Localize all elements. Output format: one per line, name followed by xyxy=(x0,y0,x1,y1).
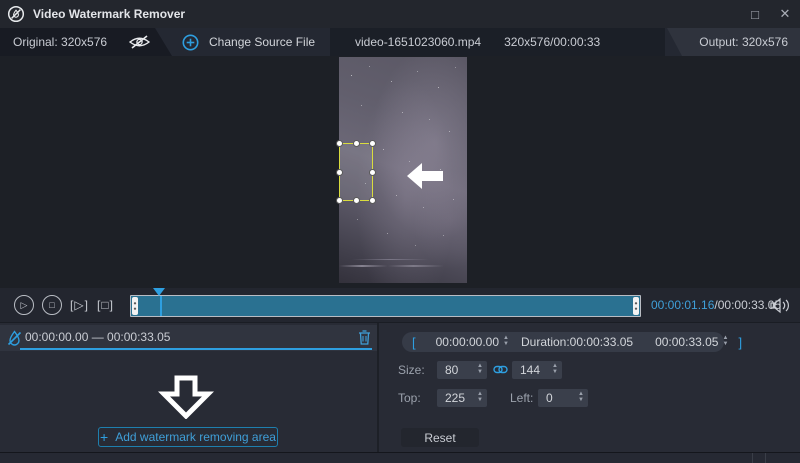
change-source-file-label: Change Source File xyxy=(209,35,315,49)
position-row: Top: 225 ▲ ▼ Left: 0 ▲ ▼ xyxy=(379,389,800,407)
play-button[interactable]: ▷ xyxy=(14,295,34,315)
width-value[interactable]: 80 xyxy=(437,363,477,377)
change-source-file-button[interactable]: Change Source File xyxy=(182,28,315,56)
timeline-end-handle[interactable] xyxy=(633,297,639,315)
add-watermark-area-button[interactable]: + Add watermark removing area xyxy=(98,427,278,447)
watermark-selection-box[interactable] xyxy=(339,143,373,201)
selection-handle-se[interactable] xyxy=(369,197,376,204)
size-row: Size: 80 ▲ ▼ 144 ▲ xyxy=(379,361,800,379)
playhead-line[interactable] xyxy=(160,296,162,316)
height-value[interactable]: 144 xyxy=(512,363,552,377)
aspect-link-icon[interactable] xyxy=(493,363,508,379)
size-label: Size: xyxy=(398,363,425,377)
watermark-time-range: 00:00:00.00 — 00:00:33.05 xyxy=(25,330,170,344)
end-time-field[interactable]: 00:00:33.05 xyxy=(645,335,722,349)
output-resolution-tab: Output: 320x576 xyxy=(667,28,800,56)
resize-grip xyxy=(752,453,766,463)
add-watermark-area-label: Add watermark removing area xyxy=(115,430,276,444)
plus-circle-icon xyxy=(182,34,199,51)
playback-controls: ▷ □ [▷] [□] 00:00:01.16/00:00:33.05 xyxy=(0,288,800,323)
watermark-list-item[interactable]: 00:00:00.00 — 00:00:33.05 xyxy=(0,325,377,351)
video-info-strip: video-1651023060.mp4 320x576/00:00:33 xyxy=(330,28,665,56)
spin-down-icon[interactable]: ▼ xyxy=(477,398,483,404)
left-label: Left: xyxy=(510,391,533,405)
height-spinner[interactable]: 144 ▲ ▼ xyxy=(512,361,562,379)
left-value[interactable]: 0 xyxy=(538,391,578,405)
duration-label: Duration:00:00:33.05 xyxy=(521,335,633,349)
horizon-streak-decoration xyxy=(339,259,467,260)
video-filename: video-1651023060.mp4 xyxy=(355,35,481,49)
selection-handle-nw[interactable] xyxy=(336,140,343,147)
preview-toggle-eye-icon[interactable] xyxy=(127,33,152,54)
play-segment-button[interactable]: [▷] xyxy=(70,298,89,312)
spin-down-icon[interactable]: ▼ xyxy=(552,370,558,376)
video-dimensions-duration: 320x576/00:00:33 xyxy=(504,35,600,49)
item-progress-underline xyxy=(20,348,372,350)
video-preview-area xyxy=(0,56,800,288)
time-display: 00:00:01.16/00:00:33.05 xyxy=(651,298,781,312)
top-label: Top: xyxy=(398,391,421,405)
window-title: Video Watermark Remover xyxy=(33,7,185,21)
watermark-list-panel: 00:00:00.00 — 00:00:33.05 xyxy=(0,323,377,452)
spin-down-icon[interactable]: ▼ xyxy=(503,342,509,348)
maximize-button[interactable]: □ xyxy=(740,0,770,28)
output-resolution-label: Output: 320x576 xyxy=(699,35,788,49)
selection-handle-ne[interactable] xyxy=(369,140,376,147)
timeline-track[interactable] xyxy=(130,295,641,317)
spin-down-icon[interactable]: ▼ xyxy=(477,370,483,376)
horizon-streak-decoration xyxy=(339,265,467,267)
down-arrow-hint-icon xyxy=(158,375,214,422)
top-value[interactable]: 225 xyxy=(437,391,477,405)
selection-handle-sw[interactable] xyxy=(336,197,343,204)
plus-icon: + xyxy=(100,429,108,445)
stop-button[interactable]: □ xyxy=(42,295,62,315)
bracket-open: [ xyxy=(402,335,426,350)
bracket-close: ] xyxy=(728,335,752,350)
left-spinner[interactable]: 0 ▲ ▼ xyxy=(538,389,588,407)
selection-handle-w[interactable] xyxy=(336,169,343,176)
starfield-decoration xyxy=(339,57,340,58)
titlebar: Video Watermark Remover □ ✕ xyxy=(0,0,800,28)
stop-segment-button[interactable]: [□] xyxy=(97,298,114,312)
top-spinner[interactable]: 225 ▲ ▼ xyxy=(437,389,487,407)
original-resolution-label: Original: 320x576 xyxy=(13,35,107,49)
time-range-control: [ 00:00:00.00 ▲ ▼ Duration:00:00:33.05 0… xyxy=(402,332,724,352)
selection-handle-n[interactable] xyxy=(353,140,360,147)
delete-watermark-icon[interactable] xyxy=(358,330,371,348)
source-bar: Original: 320x576 Change Source File vid… xyxy=(0,28,800,56)
status-strip xyxy=(0,452,800,463)
left-arrow-hint-icon xyxy=(406,162,444,193)
app-window: Video Watermark Remover □ ✕ Original: 32… xyxy=(0,0,800,463)
timeline-start-handle[interactable] xyxy=(132,297,138,315)
selection-handle-e[interactable] xyxy=(369,169,376,176)
stop-icon: □ xyxy=(49,300,54,310)
start-time-field[interactable]: 00:00:00.00 xyxy=(426,335,503,349)
properties-panel: [ 00:00:00.00 ▲ ▼ Duration:00:00:33.05 0… xyxy=(379,323,800,452)
reset-button[interactable]: Reset xyxy=(401,428,479,447)
watermark-drop-icon xyxy=(7,330,22,350)
width-spinner[interactable]: 80 ▲ ▼ xyxy=(437,361,487,379)
selection-handle-s[interactable] xyxy=(353,197,360,204)
close-button[interactable]: ✕ xyxy=(770,0,800,28)
current-time: 00:00:01.16 xyxy=(651,298,714,312)
app-logo-icon xyxy=(7,5,25,23)
spin-down-icon[interactable]: ▼ xyxy=(578,398,584,404)
start-time-stepper[interactable]: ▲ ▼ xyxy=(503,336,509,348)
bottom-section: 00:00:00.00 — 00:00:33.05 xyxy=(0,323,800,452)
window-controls: □ ✕ xyxy=(740,0,800,28)
playhead-marker[interactable] xyxy=(153,288,165,296)
play-icon: ▷ xyxy=(21,300,28,311)
volume-icon[interactable] xyxy=(770,297,792,317)
